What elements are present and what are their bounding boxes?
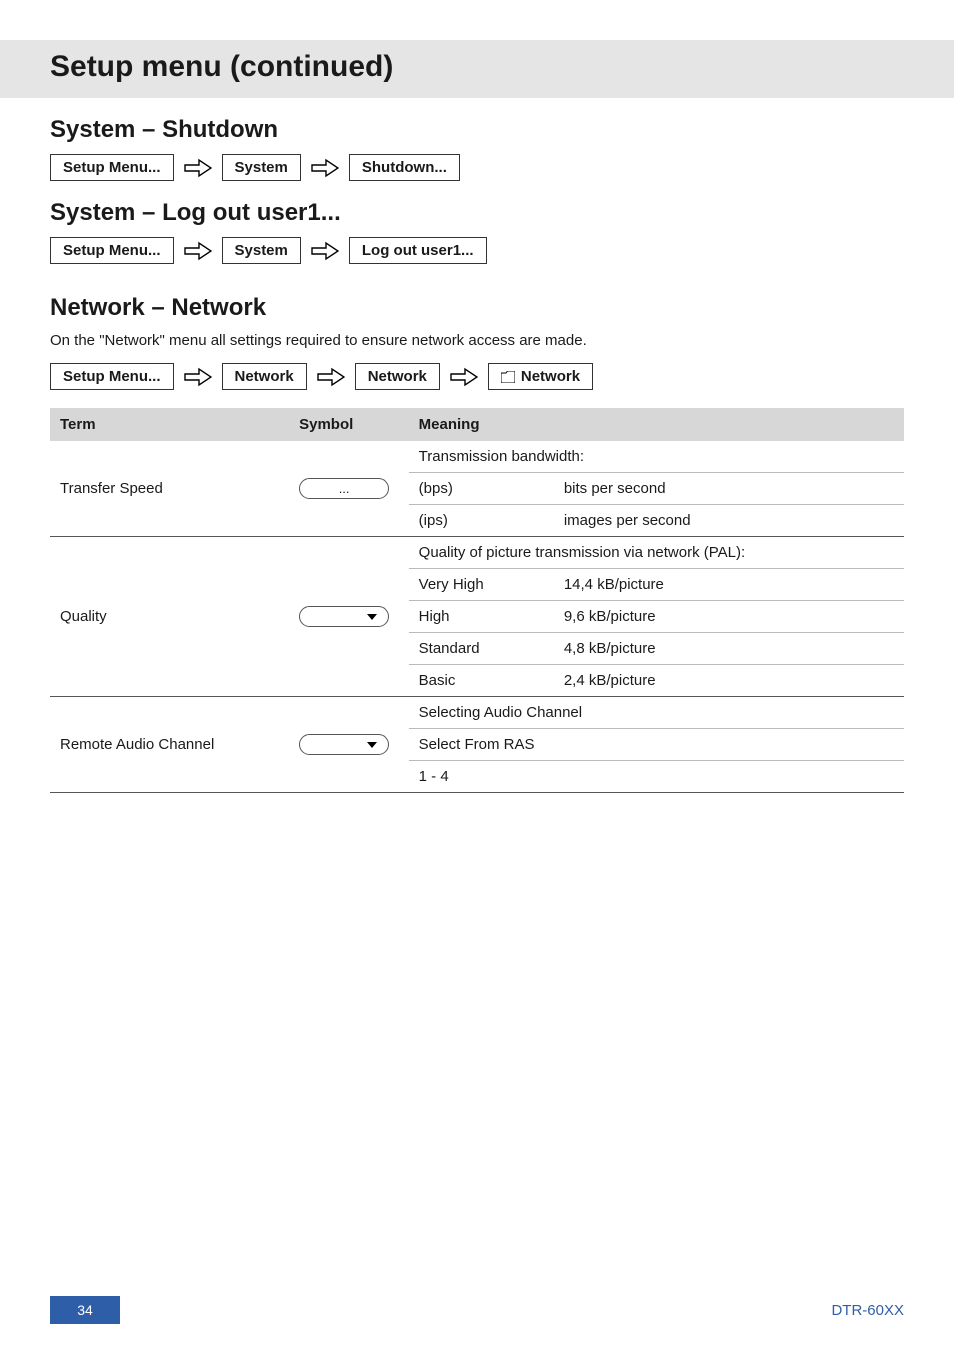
heading-network: Network – Network [50,294,904,322]
cell-key: (ips) [409,505,554,537]
crumb-system[interactable]: System [222,154,301,181]
cell-symbol-quality [289,537,409,697]
cell-val: bits per second [554,473,904,505]
cell-val: 9,6 kB/picture [554,601,904,633]
arrow-right-icon [311,158,339,178]
arrow-right-icon [450,367,478,387]
cell-key: Very High [409,569,554,601]
cell-term-transfer: Transfer Speed [50,441,289,537]
crumb-setup-menu[interactable]: Setup Menu... [50,237,174,264]
crumb-network[interactable]: Network [222,363,307,390]
crumb-logout-user[interactable]: Log out user1... [349,237,487,264]
cell-key: 1 - 4 [409,761,904,793]
th-meaning: Meaning [409,408,904,441]
th-symbol: Symbol [289,408,409,441]
cell-meaning-header: Transmission bandwidth: [409,441,904,473]
dropdown-icon[interactable] [299,606,389,627]
arrow-right-icon [184,158,212,178]
title-band: Setup menu (continued) [0,40,954,98]
page-number: 34 [50,1296,120,1324]
arrow-right-icon [184,241,212,261]
definition-table: Term Symbol Meaning Transfer Speed ... T… [50,408,904,793]
crumb-network-submenu[interactable]: Network [355,363,440,390]
breadcrumb-logout: Setup Menu... System Log out user1... [50,237,904,264]
tab-network-label: Network [521,368,580,385]
heading-shutdown: System – Shutdown [50,116,904,144]
cell-key: High [409,601,554,633]
cell-key: Select From RAS [409,729,904,761]
network-intro: On the "Network" menu all settings requi… [50,332,904,349]
main-title: Setup menu (continued) [50,50,904,84]
dropdown-icon[interactable] [299,734,389,755]
heading-logout: System – Log out user1... [50,199,904,227]
arrow-right-icon [184,367,212,387]
crumb-setup-menu[interactable]: Setup Menu... [50,363,174,390]
cell-term-quality: Quality [50,537,289,697]
cell-term-audio: Remote Audio Channel [50,697,289,793]
cell-key: Basic [409,665,554,697]
crumb-setup-menu[interactable]: Setup Menu... [50,154,174,181]
model-label: DTR-60XX [831,1296,904,1324]
content: System – Shutdown Setup Menu... System S… [0,116,954,793]
page-root: Setup menu (continued) System – Shutdown… [0,0,954,1354]
tab-network[interactable]: Network [488,363,593,390]
crumb-shutdown[interactable]: Shutdown... [349,154,460,181]
folder-icon [501,371,515,383]
breadcrumb-network: Setup Menu... Network Network Network [50,363,904,390]
arrow-right-icon [317,367,345,387]
table-row: Quality Quality of picture transmission … [50,537,904,569]
cell-symbol-audio [289,697,409,793]
footer: 34 DTR-60XX [0,1296,954,1324]
cell-val: images per second [554,505,904,537]
cell-val: 2,4 kB/picture [554,665,904,697]
table-header-row: Term Symbol Meaning [50,408,904,441]
chevron-down-icon [366,741,378,749]
chevron-down-icon [366,613,378,621]
cell-meaning-header: Quality of picture transmission via netw… [409,537,904,569]
crumb-system[interactable]: System [222,237,301,264]
cell-symbol-transfer: ... [289,441,409,537]
dots-button-icon[interactable]: ... [299,478,389,499]
cell-val: 4,8 kB/picture [554,633,904,665]
cell-key: (bps) [409,473,554,505]
cell-val: 14,4 kB/picture [554,569,904,601]
arrow-right-icon [311,241,339,261]
cell-meaning-header: Selecting Audio Channel [409,697,904,729]
table-row: Remote Audio Channel Selecting Audio Cha… [50,697,904,729]
breadcrumb-shutdown: Setup Menu... System Shutdown... [50,154,904,181]
th-term: Term [50,408,289,441]
table-row: Transfer Speed ... Transmission bandwidt… [50,441,904,473]
cell-key: Standard [409,633,554,665]
